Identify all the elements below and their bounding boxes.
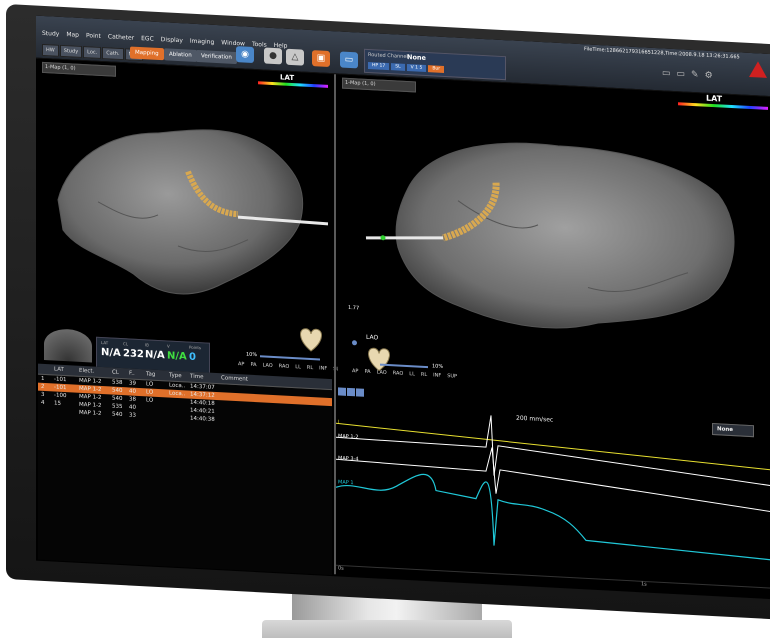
right-scale-value: 1.77 <box>348 304 360 312</box>
info-label-points: Points <box>189 344 202 351</box>
menu-item-point[interactable]: Point <box>86 32 101 40</box>
monitor-icon[interactable]: ▭ <box>677 69 686 79</box>
right-zoom-value: 10% <box>432 363 444 370</box>
channel-label: I <box>338 419 340 426</box>
view-sup-button[interactable]: SUP <box>447 373 457 380</box>
table-cell <box>143 412 166 421</box>
view-ap-button[interactable]: AP <box>352 368 358 374</box>
verification-button[interactable]: Verification <box>196 49 237 65</box>
table-cell <box>38 407 51 416</box>
view-pa-button[interactable]: PA <box>364 369 370 375</box>
view-ap-button[interactable]: AP <box>238 361 244 367</box>
column-header[interactable]: CL <box>109 367 126 378</box>
time-tick-1: 1s <box>641 581 647 588</box>
channel-button[interactable]: Bur <box>428 65 445 73</box>
column-header[interactable]: F.. <box>126 368 143 379</box>
filetime-readout: FileTime:128662179316651228,Time:2008.9.… <box>584 46 740 61</box>
screen-capture-icon[interactable]: ▣ <box>312 50 330 67</box>
monitor-stand-base <box>262 620 512 638</box>
column-header[interactable]: Type <box>166 370 187 381</box>
mode-tab-study[interactable]: Study <box>59 44 83 58</box>
left-anatomy-mesh[interactable] <box>38 59 332 374</box>
left-zoom-value: 10% <box>246 351 258 359</box>
view-rao-button[interactable]: RAO <box>279 363 290 370</box>
channel-label: MAP 3-4 <box>338 455 359 463</box>
info-value-cl: 232 <box>123 348 144 361</box>
menu-item-map[interactable]: Map <box>66 31 79 39</box>
column-header[interactable]: Tag <box>143 369 166 380</box>
window-icons: ▭ ▭ ✎ ⚙ <box>662 68 713 81</box>
mapping-button[interactable]: Mapping <box>130 46 164 61</box>
view-inf-button[interactable]: INF <box>433 372 441 378</box>
view-ll-button[interactable]: LL <box>295 364 301 370</box>
pen-icon[interactable]: ✎ <box>691 70 699 80</box>
view-lao-button[interactable]: LAO <box>377 369 387 376</box>
info-value-lat: N/A <box>101 346 121 360</box>
channel-button[interactable]: HP 17 <box>368 61 390 71</box>
right-scale-knob[interactable] <box>352 340 357 346</box>
right-3d-viewport[interactable]: 1-Map (1, 0) LAT 1.77 LAO 10% AP PA LAO RAO… <box>338 74 770 398</box>
record-icon[interactable]: ● <box>264 47 282 65</box>
mode-tab-hw[interactable]: HW <box>42 43 59 57</box>
ablation-button[interactable]: Ablation <box>164 48 197 62</box>
mode-tab-cath[interactable]: Cath. <box>102 47 124 61</box>
display-icon[interactable]: ▭ <box>340 51 358 69</box>
monitor-bezel: Study Map Point Catheter EGC Display Imaging Wi… <box>6 4 770 620</box>
info-value-v: N/A <box>167 350 187 363</box>
mode-tab-loc[interactable]: Loc. <box>83 46 102 59</box>
column-header[interactable]: Time <box>187 371 218 383</box>
channel-button[interactable]: V 1 5 <box>406 63 427 73</box>
info-label-cl: CL <box>123 341 129 347</box>
menu-item-study[interactable]: Study <box>42 30 59 38</box>
column-header[interactable] <box>38 364 51 375</box>
channel-button[interactable]: SL <box>391 63 405 71</box>
routed-channel-value[interactable]: None <box>407 53 426 62</box>
info-label-lat: LAT <box>101 339 109 346</box>
column-header[interactable]: LAT <box>51 364 76 375</box>
menu-item-egc[interactable]: EGC <box>141 35 154 43</box>
info-label-ib: IB <box>145 342 149 348</box>
table-cell: 14:40:38 <box>190 415 215 423</box>
waveform-panel[interactable]: 200 mm/sec None I MAP 1-2 MAP 3-4 MAP 1 0s … <box>336 387 770 599</box>
channel-label: MAP 1 <box>338 479 354 487</box>
routed-channel-label: Routed Channel <box>368 51 408 61</box>
column-header[interactable]: Elect. <box>76 366 109 378</box>
table-cell: MAP 1-2 <box>79 409 102 418</box>
gear-icon[interactable]: ⚙ <box>705 71 713 81</box>
view-rl-button[interactable]: RL <box>421 372 427 378</box>
table-cell <box>51 407 76 416</box>
waveform-traces <box>336 415 770 589</box>
left-heart-orientation-icon[interactable] <box>296 322 326 358</box>
time-tick-0: 0s <box>338 565 344 572</box>
channel-label: MAP 1-2 <box>338 433 359 441</box>
view-inf-button[interactable]: INF <box>319 365 327 371</box>
info-value-ib: N/A <box>145 349 165 362</box>
right-view-label: LAO <box>366 333 379 342</box>
camera-icon[interactable]: ◉ <box>236 46 254 63</box>
table-cell: 540 <box>112 411 123 419</box>
mode-tabs: HWStudyLoc.Cath.Map <box>42 43 144 62</box>
view-pa-button[interactable]: PA <box>250 362 256 368</box>
right-anatomy-mesh[interactable] <box>338 74 770 397</box>
view-rao-button[interactable]: RAO <box>393 370 404 377</box>
routed-channel-panel: Routed Channel None HP 17 SL V 1 5 Bur <box>364 48 506 81</box>
screen: Study Map Point Catheter EGC Display Imaging Wi… <box>36 15 770 600</box>
channel-buttons: HP 17 SL V 1 5 Bur <box>368 61 445 73</box>
triangle-icon[interactable]: △ <box>286 48 304 66</box>
info-label-v: V <box>167 343 170 349</box>
brand-logo <box>749 60 767 78</box>
view-lao-button[interactable]: LAO <box>263 362 273 369</box>
menu-item-imaging[interactable]: Imaging <box>190 38 214 46</box>
left-3d-viewport[interactable]: 1-Map (1, 0) LAT 10% APPALAORAOLLRLINFSU… <box>38 58 343 375</box>
info-value-points: 0 <box>189 351 196 363</box>
view-ll-button[interactable]: LL <box>409 371 415 377</box>
menu-item-display[interactable]: Display <box>161 36 183 44</box>
monitor-icon[interactable]: ▭ <box>662 68 671 78</box>
view-rl-button[interactable]: RL <box>307 365 313 371</box>
table-cell: 33 <box>129 412 136 419</box>
menu-item-catheter[interactable]: Catheter <box>108 33 134 41</box>
table-cell <box>166 413 187 422</box>
